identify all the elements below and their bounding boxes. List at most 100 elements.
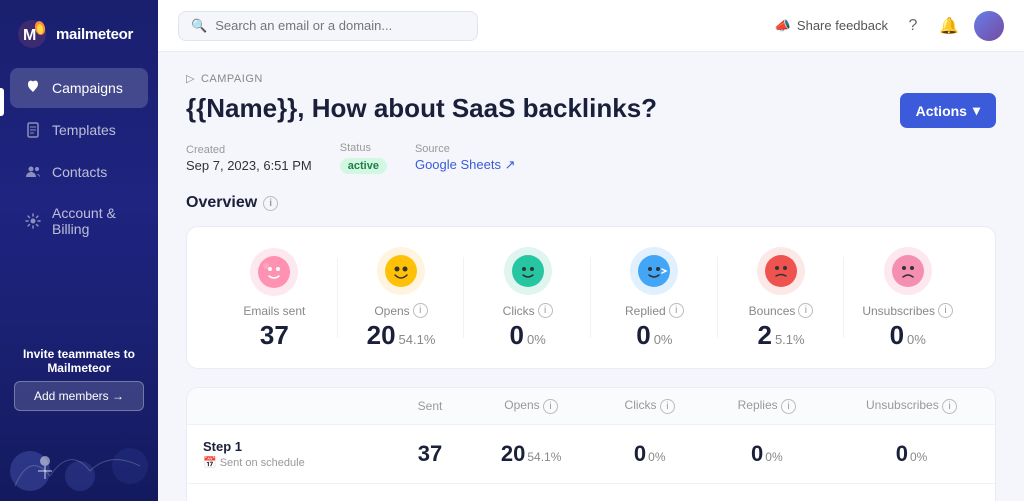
emoji-svg-opens (383, 253, 419, 289)
logo-icon: M (16, 18, 48, 50)
sidebar-item-templates[interactable]: Templates (10, 110, 148, 150)
opens-info-icon: i (413, 303, 428, 318)
step1-unsubs-cell: 0 0% (828, 425, 995, 484)
step2-name-cell: Step 2 ⚡ If no reply · ⏱ 4 days (187, 484, 392, 501)
stat-unsubscribes: Unsubscribes i 0 0% (844, 247, 971, 348)
stat-clicks: Clicks i 0 0% (464, 247, 591, 348)
replied-emoji (630, 247, 678, 295)
search-icon: 🔍 (191, 18, 207, 34)
step1-sub: 📅 Sent on schedule (203, 456, 376, 469)
source-link[interactable]: Google Sheets ↗ (415, 157, 516, 173)
step1-unsubs-value: 0 0% (844, 441, 979, 467)
step1-clicks-cell: 0 0% (594, 425, 706, 484)
question-icon[interactable]: ? (902, 15, 924, 37)
users-icon (24, 163, 42, 181)
content: ▷ CAMPAIGN {{Name}}, How about SaaS back… (158, 52, 1024, 501)
clicks-emoji (504, 247, 552, 295)
step1-sent-cell: 37 (392, 425, 469, 484)
status-label: Status (340, 142, 387, 154)
avatar[interactable] (974, 11, 1004, 41)
overview-label: Overview (186, 194, 257, 212)
sidebar-nav: Campaigns Templates (0, 68, 158, 333)
opens-col-info-icon: i (543, 399, 558, 414)
page-title: {{Name}}, How about SaaS backlinks? (186, 93, 657, 124)
sidebar-item-campaigns[interactable]: Campaigns (10, 68, 148, 108)
sidebar-item-templates-label: Templates (52, 122, 116, 138)
feedback-button[interactable]: 📣 Share feedback (775, 18, 888, 34)
col-opens: Opens i (468, 388, 593, 425)
sidebar-invite: Invite teammates to Mailmeteor Add membe… (0, 333, 158, 421)
col-clicks: Clicks i (594, 388, 706, 425)
step1-replies-cell: 0 0% (706, 425, 829, 484)
emoji-svg-emails (256, 254, 292, 290)
stat-replied: Replied i 0 0% (591, 247, 718, 348)
bounces-emoji (757, 247, 805, 295)
clicks-label: Clicks i (503, 303, 553, 318)
unsubscribes-emoji (884, 247, 932, 295)
emoji-svg-bounces (763, 253, 799, 289)
unsubscribes-value: 0 0% (890, 322, 926, 348)
step1-sent-value: 37 (408, 441, 453, 467)
svg-text:M: M (23, 27, 36, 44)
feedback-label: Share feedback (797, 18, 888, 33)
step1-clicks-value: 0 0% (610, 441, 690, 467)
step2-clicks-cell: 0 0% (594, 484, 706, 501)
topbar: 🔍 📣 Share feedback ? 🔔 (158, 0, 1024, 52)
sidebar-item-contacts-label: Contacts (52, 164, 107, 180)
emails-sent-label: Emails sent (243, 304, 305, 318)
replies-col-info-icon: i (781, 399, 796, 414)
sidebar-item-contacts[interactable]: Contacts (10, 152, 148, 192)
sidebar-logo: M mailmeteor (0, 0, 158, 68)
steps-card: Sent Opens i Clicks i Replies i (186, 387, 996, 501)
search-input[interactable] (215, 18, 465, 33)
clicks-info-icon: i (538, 303, 553, 318)
step1-name: Step 1 (203, 439, 376, 454)
actions-button[interactable]: Actions ▾ (900, 93, 996, 128)
step2-sent-cell: 0 (392, 484, 469, 501)
table-header-row: Sent Opens i Clicks i Replies i (187, 388, 995, 425)
sidebar: M mailmeteor Campaigns (0, 0, 158, 501)
breadcrumb-label: CAMPAIGN (201, 73, 263, 85)
sidebar-item-campaigns-label: Campaigns (52, 80, 123, 96)
gear-icon (24, 212, 42, 230)
opens-label: Opens i (374, 303, 427, 318)
opens-emoji (377, 247, 425, 295)
megaphone-icon: 📣 (775, 18, 791, 34)
clicks-col-info-icon: i (660, 399, 675, 414)
active-indicator (0, 88, 4, 116)
col-step (187, 388, 392, 425)
emails-sent-emoji (250, 248, 298, 296)
add-members-button[interactable]: Add members → (14, 381, 144, 411)
step1-opens-cell: 20 54.1% (468, 425, 593, 484)
unsubscribes-info-icon: i (938, 303, 953, 318)
col-unsubscribes: Unsubscribes i (828, 388, 995, 425)
sidebar-illustration (0, 421, 158, 501)
table-row: Step 1 📅 Sent on schedule 37 (187, 425, 995, 484)
created-label: Created (186, 144, 312, 156)
emoji-svg-clicks (510, 253, 546, 289)
meta-row: Created Sep 7, 2023, 6:51 PM Status acti… (186, 142, 996, 174)
replied-value: 0 0% (636, 322, 672, 348)
bell-icon[interactable]: 🔔 (938, 15, 960, 37)
steps-table: Sent Opens i Clicks i Replies i (187, 388, 995, 501)
table-row: Step 2 ⚡ If no reply · ⏱ 4 days 0 (187, 484, 995, 501)
breadcrumb-arrow: ▷ (186, 72, 195, 85)
step1-name-cell: Step 1 📅 Sent on schedule (187, 425, 392, 484)
unsubs-col-info-icon: i (942, 399, 957, 414)
replied-label: Replied i (625, 303, 684, 318)
stat-opens: Opens i 20 54.1% (338, 247, 465, 348)
sidebar-item-account-billing[interactable]: Account & Billing (10, 194, 148, 248)
step2-replies-cell: 0 0% (706, 484, 829, 501)
chevron-down-icon: ▾ (973, 102, 980, 119)
logo-text: mailmeteor (56, 26, 133, 43)
unsubscribes-label: Unsubscribes i (862, 303, 953, 318)
main-area: 🔍 📣 Share feedback ? 🔔 ▷ CAMPAIGN {{Name… (158, 0, 1024, 501)
breadcrumb: ▷ CAMPAIGN (186, 72, 996, 85)
overview-title: Overview i (186, 194, 996, 212)
col-sent: Sent (392, 388, 469, 425)
col-replies: Replies i (706, 388, 829, 425)
stat-bounces: Bounces i 2 5.1% (718, 247, 845, 348)
step1-replies-value: 0 0% (722, 441, 813, 467)
search-box[interactable]: 🔍 (178, 11, 478, 41)
meta-source: Source Google Sheets ↗ (415, 143, 516, 173)
